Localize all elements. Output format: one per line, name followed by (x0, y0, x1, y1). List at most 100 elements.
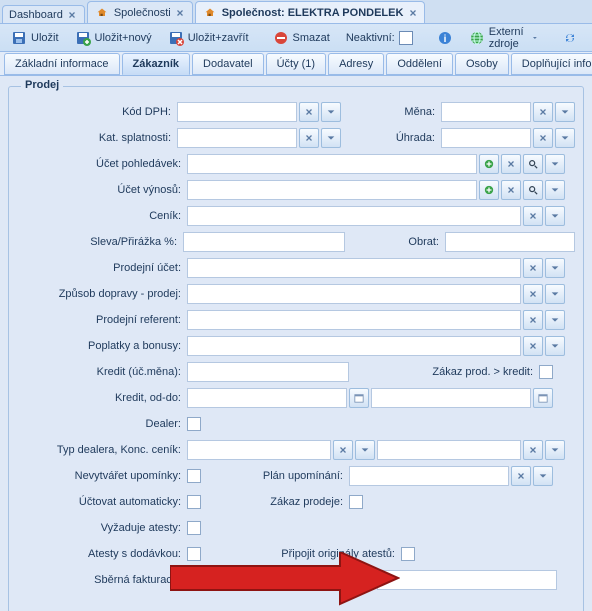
save-close-button[interactable]: Uložit+zavřít (161, 27, 256, 49)
clear-icon[interactable] (511, 466, 531, 486)
attach-originals-checkbox[interactable] (401, 547, 415, 561)
clear-icon[interactable] (523, 440, 543, 460)
search-icon[interactable] (523, 154, 543, 174)
info-button[interactable] (430, 27, 460, 49)
certs-with-delivery-checkbox[interactable] (187, 547, 201, 561)
globe-icon (469, 30, 485, 46)
chevron-down-icon[interactable] (545, 180, 565, 200)
clear-icon[interactable] (523, 284, 543, 304)
chevron-down-icon[interactable] (545, 310, 565, 330)
calendar-icon[interactable] (349, 388, 369, 408)
chevron-down-icon[interactable] (533, 466, 553, 486)
tab-additional-info[interactable]: Doplňující informac (511, 53, 592, 75)
inactive-toggle[interactable]: Neaktivní: (339, 28, 420, 48)
tab-company-detail[interactable]: Společnost: ELEKTRA PONDELEK (195, 1, 426, 23)
dealer-checkbox[interactable] (187, 417, 201, 431)
chevron-down-icon[interactable] (545, 206, 565, 226)
tab-addresses[interactable]: Adresy (328, 53, 384, 75)
group-invoice-checkbox[interactable] (187, 573, 201, 587)
close-icon[interactable] (407, 8, 418, 19)
invoice-interval-input[interactable] (377, 570, 557, 590)
chevron-down-icon[interactable] (545, 284, 565, 304)
disk-icon (11, 30, 27, 46)
turnover-label: Obrat: (345, 236, 445, 248)
tab-customer[interactable]: Zákazník (122, 53, 190, 75)
tab-dashboard[interactable]: Dashboard (2, 5, 85, 23)
discount-input[interactable] (183, 232, 345, 252)
dealer-type-label: Typ dealera, Konc. ceník: (17, 444, 187, 456)
external-sources-button[interactable]: Externí zdroje (462, 23, 545, 53)
attach-originals-label: Připojit originály atestů: (201, 548, 401, 560)
add-icon[interactable] (479, 154, 499, 174)
credit-to-input[interactable] (371, 388, 531, 408)
chevron-down-icon[interactable] (545, 336, 565, 356)
checkbox[interactable] (399, 31, 413, 45)
clear-icon[interactable] (523, 258, 543, 278)
close-icon[interactable] (175, 8, 186, 19)
shipping-method-input[interactable] (187, 284, 521, 304)
end-price-list-input[interactable] (377, 440, 521, 460)
tab-supplier[interactable]: Dodavatel (192, 53, 264, 75)
dealer-type-input[interactable] (187, 440, 331, 460)
requires-certs-checkbox[interactable] (187, 521, 201, 535)
shipping-method-label: Způsob dopravy - prodej: (17, 288, 187, 300)
chevron-down-icon[interactable] (555, 128, 575, 148)
clear-icon[interactable] (523, 206, 543, 226)
invoice-interval-label: Interval fakturace: (201, 574, 377, 586)
refresh-button[interactable] (555, 27, 585, 49)
vat-code-input[interactable] (177, 102, 297, 122)
currency-input[interactable] (441, 102, 531, 122)
fees-label: Poplatky a bonusy: (17, 340, 187, 352)
clear-icon[interactable] (501, 154, 521, 174)
clear-icon[interactable] (333, 440, 353, 460)
tab-label: Společnosti (114, 7, 171, 19)
clear-icon[interactable] (299, 102, 319, 122)
no-reminders-checkbox[interactable] (187, 469, 201, 483)
ban-over-credit-checkbox[interactable] (539, 365, 553, 379)
btn-label: Uložit+zavřít (188, 32, 249, 44)
auto-account-checkbox[interactable] (187, 495, 201, 509)
chevron-down-icon[interactable] (555, 102, 575, 122)
close-icon[interactable] (67, 10, 78, 21)
help-button[interactable] (587, 27, 592, 49)
receivables-account-input[interactable] (187, 154, 477, 174)
tab-departments[interactable]: Oddělení (386, 53, 453, 75)
sales-ban-checkbox[interactable] (349, 495, 363, 509)
chevron-down-icon (532, 33, 538, 43)
clear-icon[interactable] (523, 336, 543, 356)
chevron-down-icon[interactable] (355, 440, 375, 460)
save-button[interactable]: Uložit (4, 27, 66, 49)
delete-button[interactable]: Smazat (266, 27, 337, 49)
save-new-button[interactable]: Uložit+nový (68, 27, 159, 49)
search-icon[interactable] (523, 180, 543, 200)
fees-input[interactable] (187, 336, 521, 356)
sales-ban-label: Zákaz prodeje: (201, 496, 349, 508)
revenue-account-input[interactable] (187, 180, 477, 200)
tab-people[interactable]: Osoby (455, 53, 509, 75)
clear-icon[interactable] (299, 128, 319, 148)
turnover-input[interactable] (445, 232, 575, 252)
tab-companies[interactable]: Společnosti (87, 1, 193, 23)
chevron-down-icon[interactable] (321, 102, 341, 122)
credit-input[interactable] (187, 362, 349, 382)
payment-input[interactable] (441, 128, 531, 148)
price-list-input[interactable] (187, 206, 521, 226)
payment-category-input[interactable] (177, 128, 297, 148)
reminder-plan-input[interactable] (349, 466, 509, 486)
sales-account-input[interactable] (187, 258, 521, 278)
chevron-down-icon[interactable] (321, 128, 341, 148)
chevron-down-icon[interactable] (545, 258, 565, 278)
add-icon[interactable] (479, 180, 499, 200)
clear-icon[interactable] (533, 102, 553, 122)
calendar-icon[interactable] (533, 388, 553, 408)
tab-accounts[interactable]: Účty (1) (266, 53, 327, 75)
tab-basic-info[interactable]: Základní informace (4, 53, 120, 75)
chevron-down-icon[interactable] (545, 154, 565, 174)
credit-from-input[interactable] (187, 388, 347, 408)
clear-icon[interactable] (533, 128, 553, 148)
chevron-down-icon[interactable] (545, 440, 565, 460)
clear-icon[interactable] (523, 310, 543, 330)
sales-referent-input[interactable] (187, 310, 521, 330)
minus-icon (273, 30, 289, 46)
clear-icon[interactable] (501, 180, 521, 200)
